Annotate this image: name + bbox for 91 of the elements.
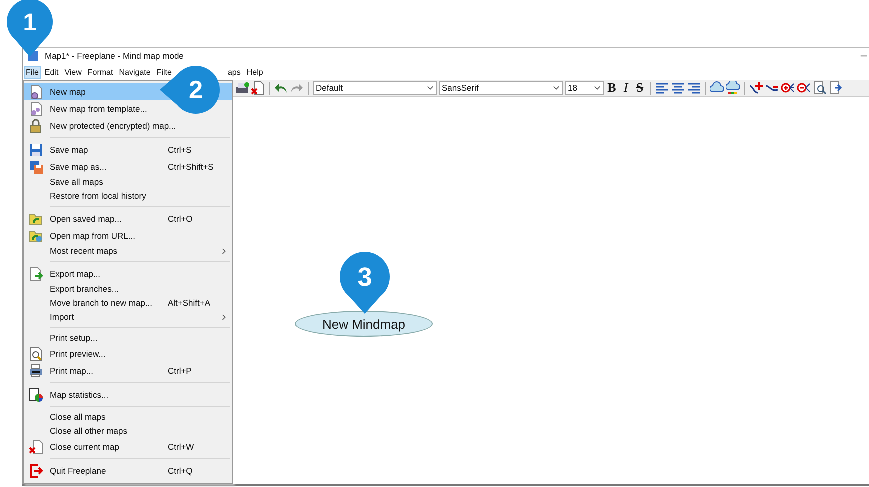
menu-item-label: Map statistics... [49, 390, 110, 400]
menu-item[interactable]: Save all maps [24, 175, 232, 189]
menu-item[interactable]: Print map... Ctrl+P [24, 362, 232, 379]
step-callout-tooltip: 3 [340, 252, 390, 314]
align-right-icon[interactable] [687, 81, 701, 95]
menu-item-label: Close all maps [49, 412, 107, 422]
menu-item[interactable]: Open saved map... Ctrl+O [24, 210, 232, 227]
link-plus-icon[interactable] [749, 81, 763, 95]
template-page-icon [29, 102, 43, 116]
statistics-icon [29, 388, 43, 402]
menu-item-label: Import [49, 312, 76, 322]
printer-icon [29, 364, 43, 378]
padlock-icon [29, 118, 43, 132]
menu-item[interactable]: Move branch to new map... Alt+Shift+A [24, 296, 232, 310]
menu-item[interactable]: Export branches... [24, 282, 232, 296]
cloud-icon[interactable] [710, 81, 724, 95]
format-button[interactable]: I [620, 81, 632, 95]
shortcut-label: Alt+Shift+A [168, 298, 212, 308]
dropdown-field[interactable]: SansSerif [439, 81, 563, 95]
close-icon[interactable] [251, 81, 265, 95]
menu-item[interactable]: Open map from URL... [24, 227, 232, 244]
close-page-icon [29, 440, 43, 454]
menu-item-label: Export map... [49, 268, 102, 278]
menu-item-label: Print map... [49, 366, 94, 376]
minus-circle-icon[interactable] [797, 81, 811, 95]
minimize-button[interactable]: – [860, 50, 867, 62]
shortcut-label: Ctrl+Q [168, 466, 194, 476]
page-magnifier-icon[interactable] [813, 81, 827, 95]
cloud-palette-icon[interactable] [726, 81, 740, 95]
menu-item-label: New protected (encrypted) map... [49, 120, 176, 130]
menu-item[interactable]: View [62, 66, 84, 78]
menu-item[interactable]: Import [24, 310, 232, 324]
menu-item[interactable]: Edit [42, 66, 61, 78]
menu-item-label: Open saved map... [49, 214, 123, 224]
dropdown-field[interactable]: 18 [565, 81, 604, 95]
align-left-icon[interactable] [655, 81, 669, 95]
menu-item[interactable]: Export map... [24, 265, 232, 282]
page-arrow-icon[interactable] [829, 81, 843, 95]
shortcut-label: Ctrl+W [168, 442, 196, 452]
menu-item[interactable]: Map statistics... [24, 386, 232, 403]
menu-item[interactable]: Format [86, 66, 116, 78]
menu-item[interactable]: Help [244, 66, 266, 78]
menu-item[interactable]: Close current map Ctrl+W [24, 438, 232, 455]
menu-item-label: New map [49, 86, 87, 96]
menu-item[interactable]: Print setup... [24, 331, 232, 345]
menu-item[interactable]: File [24, 66, 41, 78]
menu-item[interactable]: Quit Freeplane Ctrl+Q [24, 462, 232, 479]
align-center-icon[interactable] [671, 81, 685, 95]
window-title: Map1* - Freeplane - Mind map mode [45, 51, 184, 61]
root-node[interactable]: New Mindmap [295, 311, 433, 337]
menu-item-label: Save map as... [49, 162, 108, 172]
menu-item-label: Save map [49, 144, 90, 154]
new-page-icon [29, 84, 43, 98]
menu-item-label: Quit Freeplane [49, 466, 108, 476]
menu-item[interactable]: Most recent maps [24, 244, 232, 258]
exit-icon [29, 464, 43, 478]
menu-item-label: Open map from URL... [49, 230, 137, 240]
menu-item-label: Most recent maps [49, 246, 119, 256]
shortcut-label: Ctrl+O [168, 214, 194, 224]
folder-icon [29, 212, 43, 226]
menu-item-label: Restore from local history [49, 191, 148, 201]
shortcut-label: Ctrl+Shift+S [168, 162, 215, 172]
print-preview-icon [29, 346, 43, 360]
menu-item[interactable]: aps [226, 66, 243, 78]
menu-item[interactable]: Restore from local history [24, 189, 232, 203]
shortcut-label: Ctrl+P [168, 366, 193, 376]
menu-item-label: Close all other maps [49, 426, 128, 436]
menu-item[interactable]: Save map Ctrl+S [24, 141, 232, 158]
menu-item[interactable]: New protected (encrypted) map... [24, 117, 232, 134]
menu-item[interactable]: Print preview... [24, 345, 232, 362]
menu-item[interactable]: Save map as... Ctrl+Shift+S [24, 158, 232, 175]
folder-globe-icon [29, 228, 43, 242]
menu-item-label: Close current map [49, 442, 120, 452]
menu-item-label: Export branches... [49, 284, 120, 294]
menu-item[interactable]: Close all maps [24, 410, 232, 424]
menu-item-label: Move branch to new map... [49, 298, 154, 308]
format-button[interactable]: B [606, 81, 618, 95]
dropdown-field[interactable]: Default [313, 81, 437, 95]
menu-item-label: Print setup... [49, 333, 99, 343]
menu-item-label: New map from template... [49, 104, 148, 114]
menu-item[interactable]: New map from template... [24, 100, 232, 117]
menu-item-label: Save all maps [49, 177, 104, 187]
format-button[interactable]: S [634, 81, 646, 95]
floppy-disks-icon [29, 160, 43, 174]
export-page-icon [29, 266, 43, 280]
menu-item-label: Print preview... [49, 348, 107, 358]
menu-item[interactable]: Navigate [117, 66, 153, 78]
shortcut-label: Ctrl+S [168, 144, 193, 154]
menu-item[interactable]: Close all other maps [24, 424, 232, 438]
menu-item[interactable]: Filte [154, 66, 174, 78]
plus-circle-icon[interactable] [781, 81, 795, 95]
